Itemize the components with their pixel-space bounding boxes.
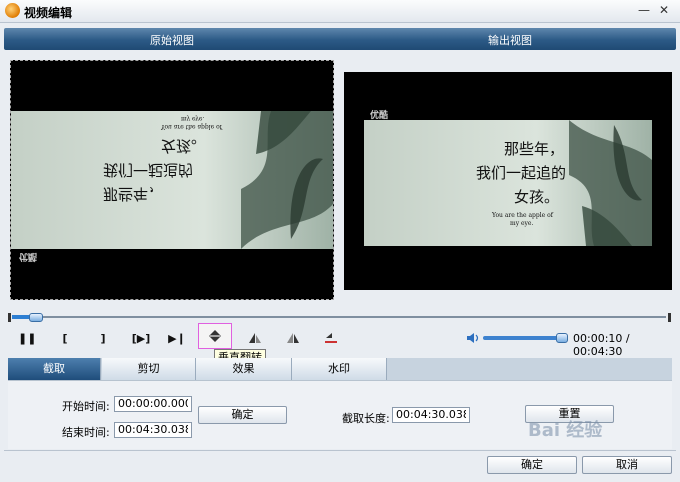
timeline-track bbox=[12, 316, 666, 318]
tab-effects[interactable]: 效果 bbox=[196, 358, 292, 380]
play-selection-button[interactable]: [▶] bbox=[130, 330, 152, 348]
original-caption-en1: You are the apple of bbox=[160, 123, 223, 130]
output-caption-en2: my eye. bbox=[510, 220, 533, 227]
output-caption-line3: 女孩。 bbox=[514, 188, 559, 206]
output-caption-line2: 我们一起追的 bbox=[476, 164, 566, 182]
timeline-handle[interactable] bbox=[29, 313, 43, 322]
confirm-trim-button[interactable]: 确定 bbox=[198, 406, 287, 424]
original-preview[interactable]: 那些年， 我们一起追的 女孩。 You are the apple of my … bbox=[10, 60, 334, 300]
rotate-icon bbox=[287, 333, 299, 343]
original-caption-line1: 那些年， bbox=[103, 185, 163, 203]
original-caption-en2: my eye. bbox=[181, 115, 204, 122]
reset-rotation-button[interactable] bbox=[322, 330, 340, 348]
flip-horizontal-button[interactable] bbox=[246, 330, 264, 348]
output-view-label: 输出视图 bbox=[488, 34, 532, 47]
cancel-button[interactable]: 取消 bbox=[582, 456, 672, 474]
minimize-button[interactable]: — bbox=[636, 3, 652, 18]
original-logo: 优酷 bbox=[19, 251, 37, 263]
output-frame: 那些年， 我们一起追的 女孩。 You are the apple of my … bbox=[364, 120, 652, 246]
flip-vertical-button[interactable] bbox=[198, 323, 232, 349]
original-caption-line2: 我们一起追的 bbox=[103, 161, 193, 179]
baidu-watermark: Bai 经验 bbox=[528, 420, 603, 441]
original-view-label: 原始视图 bbox=[150, 34, 194, 47]
output-frame-image: 那些年， 我们一起追的 女孩。 You are the apple of my … bbox=[364, 120, 652, 246]
close-button[interactable]: ✕ bbox=[656, 3, 672, 18]
start-time-label: 开始时间: bbox=[62, 400, 110, 413]
original-frame: 那些年， 我们一起追的 女孩。 You are the apple of my … bbox=[11, 111, 333, 249]
end-time-label: 结束时间: bbox=[62, 426, 110, 439]
timeline-end-marker[interactable] bbox=[668, 313, 671, 322]
original-frame-image: 那些年， 我们一起追的 女孩。 You are the apple of my … bbox=[11, 111, 333, 249]
window-title: 视频编辑 bbox=[24, 6, 73, 20]
start-time-input[interactable] bbox=[114, 396, 192, 412]
flip-vertical-icon bbox=[209, 330, 221, 342]
tab-bar: 截取 剪切 效果 水印 bbox=[8, 358, 672, 380]
flip-horizontal-icon bbox=[249, 333, 261, 343]
next-frame-button[interactable]: ▶❙ bbox=[168, 330, 186, 348]
end-time-input[interactable] bbox=[114, 422, 192, 438]
volume-icon[interactable] bbox=[466, 332, 480, 344]
app-icon bbox=[5, 3, 20, 18]
tab-trim[interactable]: 截取 bbox=[8, 358, 101, 380]
view-header: 原始视图 输出视图 bbox=[4, 28, 676, 50]
undo-flip-icon bbox=[325, 333, 337, 343]
trim-length-input[interactable] bbox=[392, 407, 470, 423]
pause-button[interactable]: ❚❚ bbox=[18, 330, 36, 348]
volume-handle[interactable] bbox=[556, 333, 568, 343]
mark-out-button[interactable]: ] bbox=[94, 330, 112, 348]
volume-slider[interactable] bbox=[483, 336, 567, 340]
trim-length-label: 截取长度: bbox=[342, 412, 390, 425]
time-readout: 00:00:10 / 00:04:30 bbox=[573, 332, 630, 358]
output-caption-en1: You are the apple of bbox=[491, 212, 554, 219]
output-preview: 那些年， 我们一起追的 女孩。 You are the apple of my … bbox=[344, 72, 672, 290]
svg-text:优酷: 优酷 bbox=[19, 251, 37, 263]
title-bar: 视频编辑 — ✕ bbox=[0, 0, 680, 23]
rotate-button[interactable] bbox=[284, 330, 302, 348]
timeline-slider[interactable] bbox=[8, 313, 672, 323]
output-logo: 优酷 bbox=[370, 111, 389, 121]
tab-watermark[interactable]: 水印 bbox=[292, 358, 387, 380]
output-caption-line1: 那些年， bbox=[504, 140, 564, 158]
footer-divider bbox=[4, 450, 676, 451]
mark-in-button[interactable]: [ bbox=[56, 330, 74, 348]
original-caption-line3: 女孩。 bbox=[161, 137, 206, 155]
tab-cut[interactable]: 剪切 bbox=[102, 358, 196, 380]
ok-button[interactable]: 确定 bbox=[487, 456, 577, 474]
timeline-start-marker[interactable] bbox=[8, 313, 11, 322]
